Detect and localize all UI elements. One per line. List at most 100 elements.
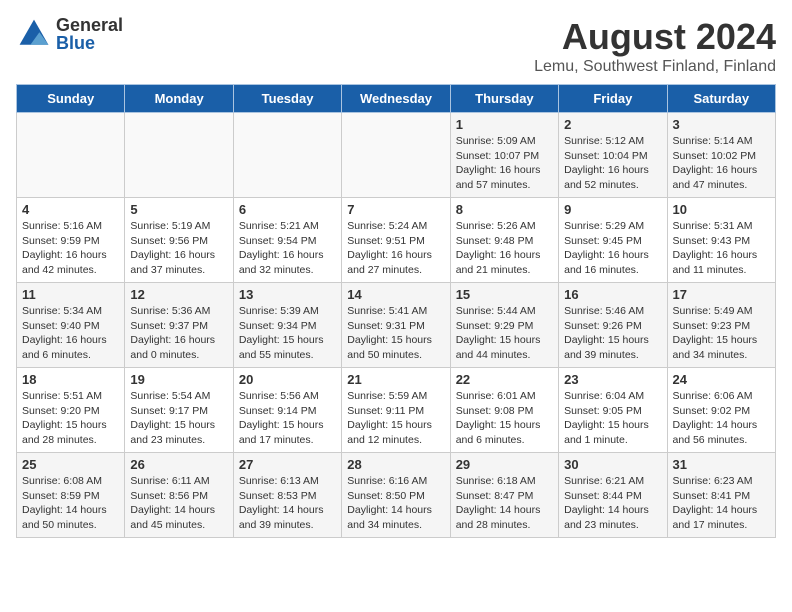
day-cell: 28 Sunrise: 6:16 AM Sunset: 8:50 PM Dayli… [342,453,450,538]
day-cell: 19Sunrise: 5:54 AM Sunset: 9:17 PM Dayli… [125,368,233,453]
week-row-3: 11Sunrise: 5:34 AM Sunset: 9:40 PM Dayli… [17,283,776,368]
day-info: Sunrise: 5:44 AM Sunset: 9:29 PM Dayligh… [456,304,553,363]
day-info: Sunrise: 5:16 AM Sunset: 9:59 PM Dayligh… [22,219,119,278]
main-title: August 2024 [534,16,776,58]
day-number: 18 [22,372,119,387]
subtitle: Lemu, Southwest Finland, Finland [534,58,776,76]
day-number: 23 [564,372,661,387]
day-cell: 6Sunrise: 5:21 AM Sunset: 9:54 PM Daylig… [233,198,341,283]
day-cell: 24 Sunrise: 6:06 AM Sunset: 9:02 PM Dayli… [667,368,775,453]
day-cell: 25 Sunrise: 6:08 AM Sunset: 8:59 PM Dayli… [17,453,125,538]
day-info: Sunrise: 5:29 AM Sunset: 9:45 PM Dayligh… [564,219,661,278]
day-number: 28 [347,457,444,472]
day-number: 16 [564,287,661,302]
day-info: Sunrise: 5:14 AM Sunset: 10:02 PM Daylig… [673,134,770,193]
week-row-5: 25 Sunrise: 6:08 AM Sunset: 8:59 PM Dayli… [17,453,776,538]
day-info: Sunrise: 6:13 AM Sunset: 8:53 PM Dayligh… [239,474,336,533]
day-number: 25 [22,457,119,472]
day-number: 11 [22,287,119,302]
day-header-friday: Friday [559,85,667,113]
days-header-row: SundayMondayTuesdayWednesdayThursdayFrid… [17,85,776,113]
day-header-saturday: Saturday [667,85,775,113]
logo-blue: Blue [56,34,123,52]
day-info: Sunrise: 6:21 AM Sunset: 8:44 PM Dayligh… [564,474,661,533]
day-number: 26 [130,457,227,472]
day-number: 24 [673,372,770,387]
day-cell: 16 Sunrise: 5:46 AM Sunset: 9:26 PM Dayli… [559,283,667,368]
day-cell [342,113,450,198]
day-cell: 10 Sunrise: 5:31 AM Sunset: 9:43 PM Dayli… [667,198,775,283]
day-cell: 29Sunrise: 6:18 AM Sunset: 8:47 PM Dayli… [450,453,558,538]
day-info: Sunrise: 5:51 AM Sunset: 9:20 PM Dayligh… [22,389,119,448]
day-info: Sunrise: 5:36 AM Sunset: 9:37 PM Dayligh… [130,304,227,363]
day-cell: 17 Sunrise: 5:49 AM Sunset: 9:23 PM Dayli… [667,283,775,368]
day-info: Sunrise: 5:24 AM Sunset: 9:51 PM Dayligh… [347,219,444,278]
day-number: 3 [673,117,770,132]
day-cell: 4Sunrise: 5:16 AM Sunset: 9:59 PM Daylig… [17,198,125,283]
day-cell: 11Sunrise: 5:34 AM Sunset: 9:40 PM Dayli… [17,283,125,368]
day-cell: 1 Sunrise: 5:09 AM Sunset: 10:07 PM Dayli… [450,113,558,198]
day-info: Sunrise: 5:31 AM Sunset: 9:43 PM Dayligh… [673,219,770,278]
day-number: 2 [564,117,661,132]
day-number: 22 [456,372,553,387]
page-header: General Blue August 2024 Lemu, Southwest… [16,16,776,76]
day-info: Sunrise: 5:56 AM Sunset: 9:14 PM Dayligh… [239,389,336,448]
day-cell: 18 Sunrise: 5:51 AM Sunset: 9:20 PM Dayli… [17,368,125,453]
day-cell: 20 Sunrise: 5:56 AM Sunset: 9:14 PM Dayli… [233,368,341,453]
day-info: Sunrise: 5:49 AM Sunset: 9:23 PM Dayligh… [673,304,770,363]
day-cell: 13 Sunrise: 5:39 AM Sunset: 9:34 PM Dayli… [233,283,341,368]
day-header-thursday: Thursday [450,85,558,113]
day-info: Sunrise: 6:16 AM Sunset: 8:50 PM Dayligh… [347,474,444,533]
day-cell [17,113,125,198]
day-cell: 27Sunrise: 6:13 AM Sunset: 8:53 PM Dayli… [233,453,341,538]
logo-text: General Blue [56,16,123,52]
day-cell: 23 Sunrise: 6:04 AM Sunset: 9:05 PM Dayli… [559,368,667,453]
day-cell: 14 Sunrise: 5:41 AM Sunset: 9:31 PM Dayli… [342,283,450,368]
day-cell: 2Sunrise: 5:12 AM Sunset: 10:04 PM Dayli… [559,113,667,198]
day-cell: 7Sunrise: 5:24 AM Sunset: 9:51 PM Daylig… [342,198,450,283]
day-header-tuesday: Tuesday [233,85,341,113]
day-cell: 8 Sunrise: 5:26 AM Sunset: 9:48 PM Daylig… [450,198,558,283]
day-info: Sunrise: 5:39 AM Sunset: 9:34 PM Dayligh… [239,304,336,363]
day-number: 13 [239,287,336,302]
day-cell: 26 Sunrise: 6:11 AM Sunset: 8:56 PM Dayli… [125,453,233,538]
day-number: 31 [673,457,770,472]
day-header-monday: Monday [125,85,233,113]
day-info: Sunrise: 5:26 AM Sunset: 9:48 PM Dayligh… [456,219,553,278]
day-info: Sunrise: 6:06 AM Sunset: 9:02 PM Dayligh… [673,389,770,448]
logo: General Blue [16,16,123,52]
day-cell: 12Sunrise: 5:36 AM Sunset: 9:37 PM Dayli… [125,283,233,368]
day-number: 21 [347,372,444,387]
day-info: Sunrise: 5:46 AM Sunset: 9:26 PM Dayligh… [564,304,661,363]
day-number: 10 [673,202,770,217]
day-cell: 30 Sunrise: 6:21 AM Sunset: 8:44 PM Dayli… [559,453,667,538]
day-number: 5 [130,202,227,217]
day-cell: 3 Sunrise: 5:14 AM Sunset: 10:02 PM Dayli… [667,113,775,198]
day-info: Sunrise: 5:09 AM Sunset: 10:07 PM Daylig… [456,134,553,193]
logo-icon [16,16,52,52]
day-info: Sunrise: 5:19 AM Sunset: 9:56 PM Dayligh… [130,219,227,278]
day-info: Sunrise: 6:11 AM Sunset: 8:56 PM Dayligh… [130,474,227,533]
calendar-table: SundayMondayTuesdayWednesdayThursdayFrid… [16,84,776,538]
day-info: Sunrise: 6:23 AM Sunset: 8:41 PM Dayligh… [673,474,770,533]
day-number: 20 [239,372,336,387]
day-number: 8 [456,202,553,217]
day-cell [233,113,341,198]
day-info: Sunrise: 6:08 AM Sunset: 8:59 PM Dayligh… [22,474,119,533]
day-cell: 5 Sunrise: 5:19 AM Sunset: 9:56 PM Daylig… [125,198,233,283]
day-info: Sunrise: 5:41 AM Sunset: 9:31 PM Dayligh… [347,304,444,363]
day-number: 29 [456,457,553,472]
day-cell: 9 Sunrise: 5:29 AM Sunset: 9:45 PM Daylig… [559,198,667,283]
day-cell [125,113,233,198]
day-cell: 15Sunrise: 5:44 AM Sunset: 9:29 PM Dayli… [450,283,558,368]
day-info: Sunrise: 6:04 AM Sunset: 9:05 PM Dayligh… [564,389,661,448]
day-number: 19 [130,372,227,387]
day-number: 1 [456,117,553,132]
day-number: 6 [239,202,336,217]
day-number: 9 [564,202,661,217]
day-number: 14 [347,287,444,302]
day-number: 30 [564,457,661,472]
day-info: Sunrise: 6:01 AM Sunset: 9:08 PM Dayligh… [456,389,553,448]
week-row-2: 4Sunrise: 5:16 AM Sunset: 9:59 PM Daylig… [17,198,776,283]
day-number: 17 [673,287,770,302]
